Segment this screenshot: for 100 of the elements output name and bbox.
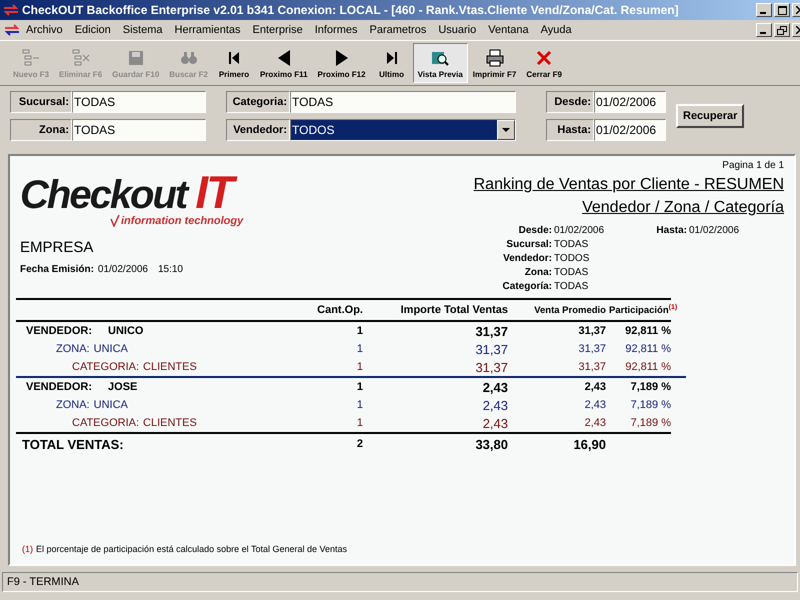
menu-item[interactable]: Edicion (68, 24, 117, 36)
menu-item[interactable]: Parametros (363, 24, 432, 36)
field-label: Hasta: (546, 119, 594, 141)
total-label: TOTAL VENTAS: (21, 436, 125, 452)
param-label: Desde: (518, 225, 553, 236)
tree-delete-icon (70, 48, 91, 68)
maximize-icon (778, 6, 786, 14)
minimize-button[interactable] (756, 3, 772, 17)
field-label: Zona: (10, 119, 72, 141)
row-label: CATEGORIA: (72, 417, 140, 429)
dropdown[interactable]: TODOS (290, 119, 516, 141)
table-cell-text: 31,37 (474, 342, 508, 356)
toolbar-button[interactable]: Primero (212, 43, 255, 83)
table-cell-text: 2,43 (584, 381, 606, 393)
input-field[interactable]: TODAS (72, 91, 206, 113)
param-label: Hasta: (655, 225, 688, 236)
row-label: ZONA: (56, 343, 90, 355)
param-label: Categoría: (502, 281, 553, 292)
table-cell-text: 1 (356, 417, 363, 429)
column-header: Participación$^{(1)}$ (608, 304, 678, 316)
row-name: UNICA (94, 343, 128, 355)
menu-item[interactable]: Informes (308, 24, 364, 36)
maximize-button[interactable] (774, 3, 790, 17)
table-cell-text: 1 (356, 399, 363, 411)
table-cell-text: 2,43 (482, 398, 508, 412)
minimize-button[interactable] (756, 23, 772, 37)
table-cell-text: 2 (356, 438, 363, 450)
param-value: 01/02/2006 (554, 225, 606, 236)
field-label: Vendedor: (226, 119, 290, 141)
caret-icon[interactable] (497, 120, 515, 140)
menu-item[interactable]: Sistema (116, 24, 169, 36)
issue-date-label: Fecha Emisión: (20, 264, 94, 275)
row-label: CATEGORIA: (72, 361, 140, 373)
table-cell-text: 31,37 (474, 324, 508, 338)
column-header: Venta Promedio (533, 304, 606, 316)
table-cell-text: 1 (356, 381, 363, 393)
menu-item[interactable]: Ventana (482, 24, 535, 36)
table-cell-text: 2,43 (584, 399, 606, 411)
table-cell-text: 2,43 (584, 417, 606, 429)
row-name: UNICO (108, 325, 144, 337)
restore-icon (777, 26, 787, 34)
table-cell-text: 7,189 % (630, 399, 671, 411)
report-subtitle: Vendedor / Zona / Categoría (582, 199, 784, 217)
table-cell-text: 92,811 % (624, 343, 671, 355)
input-field[interactable]: TODAS (290, 91, 516, 113)
app-icon (3, 4, 19, 16)
table-cell-text: 7,189 % (630, 381, 671, 393)
row-label: VENDEDOR: (26, 325, 92, 337)
table-cell-text: 16,90 (572, 436, 606, 452)
logo: Checkout IT information technology (20, 172, 244, 227)
page-number: Pagina 1 de 1 (722, 160, 784, 171)
menu-item[interactable]: Usuario (432, 24, 482, 36)
param-value: TODAS (554, 239, 590, 250)
row-name: CLIENTES (143, 361, 197, 373)
menu-item[interactable]: Ayuda (534, 24, 578, 36)
table-cell-text: 92,811 % (624, 325, 671, 337)
param-value: TODAS (554, 267, 590, 278)
column-header: Importe Total Ventas (400, 304, 508, 316)
dropdown-value: TODOS (291, 120, 497, 140)
input-field[interactable]: 01/02/2006 (594, 119, 666, 141)
issue-time: 15:10 (158, 264, 183, 275)
table-cell-text: 1 (356, 361, 363, 373)
toolbar-button[interactable]: Proximo F11 (254, 43, 313, 83)
table-cell-text: 31,37 (577, 343, 606, 355)
field-label: Sucursal: (10, 91, 72, 113)
table-cell-text: 7,189 % (630, 417, 671, 429)
footnote-marker: (1) (22, 544, 33, 554)
menu-item[interactable]: Enterprise (246, 24, 309, 36)
row-label: ZONA: (56, 399, 90, 411)
toolbar-button[interactable]: Ultimo (370, 43, 413, 83)
table-cell-text: 2,43 (482, 416, 508, 430)
toolbar-button[interactable]: Cerrar F9 (521, 43, 567, 83)
issue-date: 01/02/2006 (98, 264, 148, 275)
toolbar-button[interactable]: Vista Previa (412, 43, 468, 83)
param-value: TODOS (554, 253, 590, 264)
row-label: VENDEDOR: (26, 381, 92, 393)
window-title: CheckOUT Backoffice Enterprise v2.01 b341 Conexion: LOCAL - [460 - Rank.Vtas.Cliente Vend/Zona/Cat. Resumen] (22, 3, 680, 17)
status-bar: F9 - TERMINA (2, 572, 798, 592)
company-name: EMPRESA (20, 239, 94, 256)
table-cell-text: 31,37 (474, 360, 508, 374)
table-cell-text: 33,80 (474, 436, 508, 452)
row-name: UNICA (94, 399, 128, 411)
toolbar-button[interactable]: Imprimir F7 (468, 43, 522, 83)
input-field[interactable]: TODAS (72, 119, 206, 141)
print-icon (484, 48, 505, 68)
column-header: Cant.Op. (316, 304, 363, 316)
menu-item[interactable]: Herramientas (168, 24, 247, 36)
menu-item[interactable]: Archivo (20, 24, 69, 36)
input-field[interactable]: 01/02/2006 (594, 91, 666, 113)
row-name: JOSE (108, 381, 138, 393)
param-label: Zona: (524, 267, 553, 278)
table-cell-text: 92,811 % (624, 361, 671, 373)
param-label: Vendedor: (502, 253, 553, 264)
tree-icon (21, 48, 41, 68)
row-name: CLIENTES (143, 417, 197, 429)
recuperar-button[interactable]: Recuperar (676, 104, 744, 128)
toolbar-button[interactable]: Proximo F12 (312, 43, 371, 83)
restore-button[interactable] (774, 23, 790, 37)
table-cell-text: 2,43 (482, 380, 508, 394)
report-title: Ranking de Ventas por Cliente - RESUMEN (474, 176, 784, 194)
